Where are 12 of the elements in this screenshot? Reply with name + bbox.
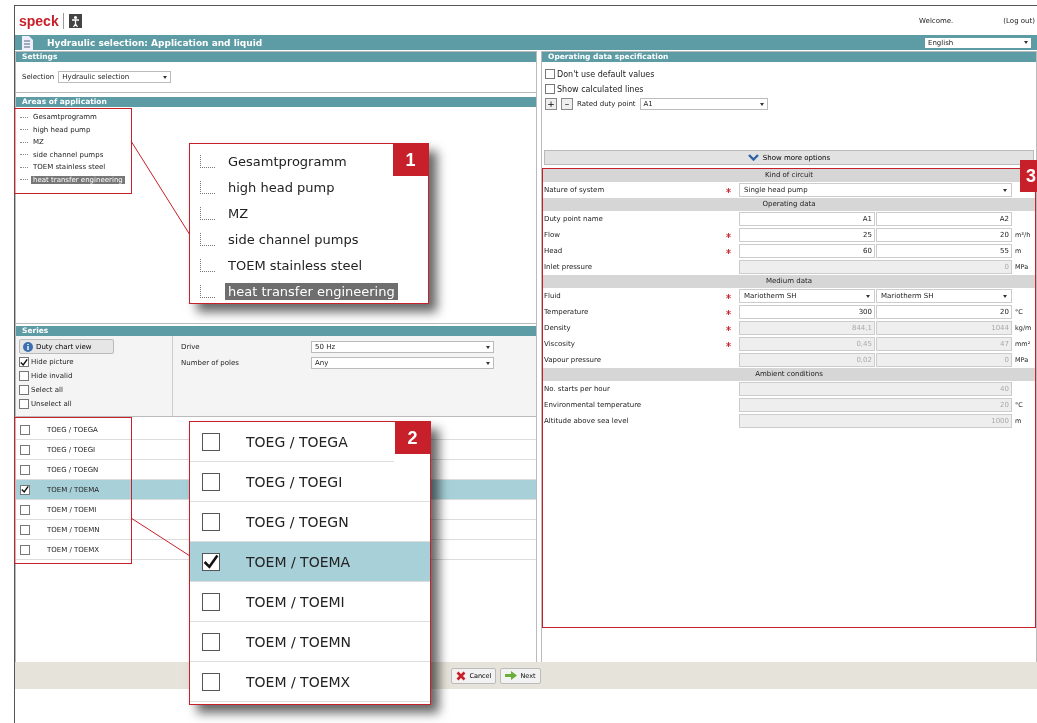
series-name: TOEM / TOEMX (246, 673, 351, 690)
series-name: TOEM / TOEMN (246, 633, 352, 650)
window-title: Hydraulic selection: Application and liquid (47, 37, 264, 48)
series-name: TOEM / TOEMI (246, 593, 345, 610)
series-name: TOEM / TOEMA (246, 553, 351, 570)
callout-number: 3 (1020, 160, 1037, 192)
callout-number: 2 (395, 422, 430, 454)
callout-number: 1 (393, 144, 428, 176)
logo: speck (19, 12, 64, 29)
series-name: TOEG / TOEGA (246, 433, 348, 450)
checkbox-label: Show calculated lines (557, 84, 644, 94)
checkbox-label: Don't use default values (557, 69, 655, 79)
